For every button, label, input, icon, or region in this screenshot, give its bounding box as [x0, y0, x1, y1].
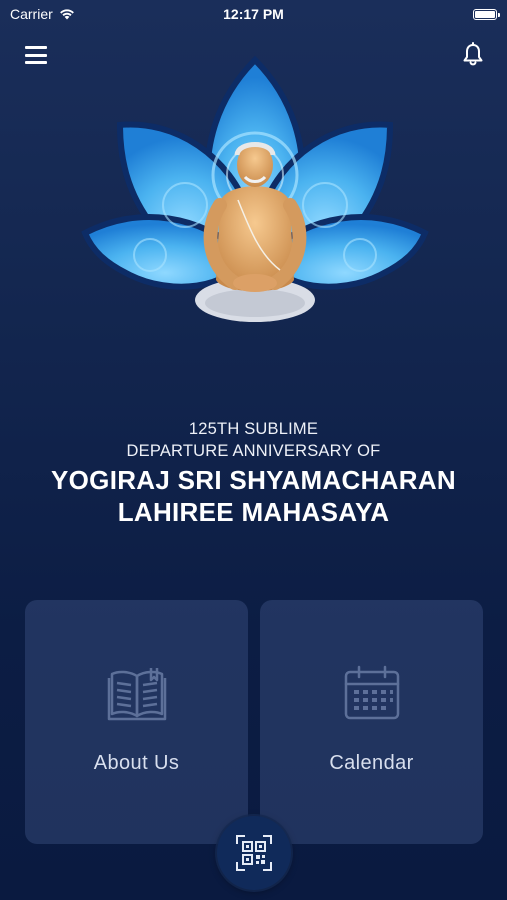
- status-bar: Carrier 12:17 PM: [0, 0, 507, 28]
- calendar-card[interactable]: Calendar: [260, 600, 483, 844]
- hamburger-menu-icon[interactable]: [24, 44, 48, 66]
- wifi-icon: [59, 9, 74, 20]
- headline: 125TH SUBLIME DEPARTURE ANNIVERSARY OF Y…: [0, 418, 507, 528]
- headline-title-line2: LAHIREE MAHASAYA: [117, 497, 390, 527]
- open-book-icon: [107, 668, 166, 721]
- headline-subtitle-line1: 125TH SUBLIME: [188, 420, 319, 438]
- headline-title-line1: YOGIRAJ SRI SHYAMACHARAN: [51, 465, 456, 495]
- qr-scan-button[interactable]: [217, 816, 291, 890]
- about-us-card[interactable]: About Us: [25, 600, 248, 844]
- status-left: Carrier: [10, 6, 75, 22]
- bell-icon[interactable]: [461, 42, 485, 68]
- about-us-label: About Us: [93, 752, 180, 774]
- qr-code-scan-icon: [236, 835, 272, 871]
- menu-line: [25, 53, 47, 57]
- battery-icon: [473, 8, 500, 20]
- battery-level: [475, 10, 495, 18]
- menu-line: [25, 61, 47, 64]
- calendar-label: Calendar: [329, 752, 414, 774]
- calendar-icon: [344, 665, 399, 720]
- hero-lotus-image: [81, 55, 429, 322]
- headline-subtitle-line2: DEPARTURE ANNIVERSARY OF: [126, 442, 381, 460]
- status-time: 12:17 PM: [223, 6, 284, 22]
- menu-line: [25, 46, 47, 49]
- carrier-label: Carrier: [10, 6, 53, 22]
